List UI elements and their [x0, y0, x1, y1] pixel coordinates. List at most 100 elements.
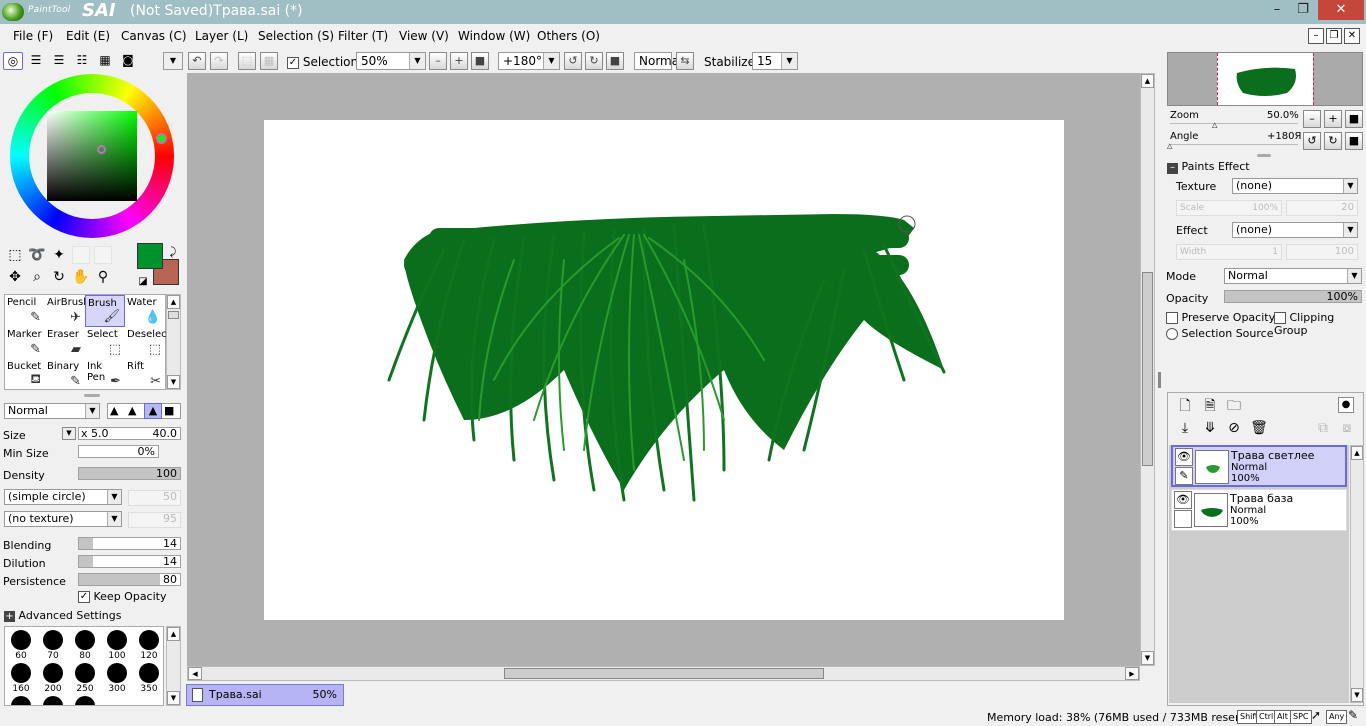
- size-slider[interactable]: x 5.0 40.0: [78, 427, 181, 440]
- right-splitter-grip[interactable]: [1158, 372, 1161, 388]
- selection-checkbox[interactable]: ✓: [287, 56, 299, 69]
- pen-lock-icon[interactable]: [1174, 510, 1192, 528]
- rotate-cw-button[interactable]: ↻: [585, 52, 603, 70]
- user-palette-tab-icon[interactable]: ◙: [118, 52, 138, 70]
- sv-cursor[interactable]: [97, 145, 106, 154]
- scroll-thumb[interactable]: [1142, 272, 1153, 466]
- canvas-horizontal-scrollbar[interactable]: ◀ ▶: [187, 666, 1140, 681]
- tool-water[interactable]: Water 💧: [125, 295, 165, 327]
- menu-layer[interactable]: Layer (L): [195, 29, 248, 43]
- deselect-button[interactable]: ⬚: [238, 52, 256, 70]
- rotate-ccw-button[interactable]: ↺: [564, 52, 582, 70]
- layer-list-scrollbar[interactable]: ▲ ▼: [1350, 445, 1364, 703]
- size-preset[interactable]: 300: [101, 660, 133, 694]
- undo-button[interactable]: ↶: [188, 52, 206, 70]
- scroll-right-icon[interactable]: ▶: [1125, 667, 1139, 680]
- size-preset[interactable]: 350: [133, 660, 163, 694]
- scroll-down-icon[interactable]: ▼: [167, 375, 180, 389]
- size-preset[interactable]: 120: [133, 627, 163, 661]
- keep-opacity-toggle[interactable]: ✓ Keep Opacity: [78, 590, 167, 603]
- menu-file[interactable]: File (F): [13, 29, 53, 43]
- zoom-in-button[interactable]: +: [450, 52, 468, 70]
- color-wheel-tab-icon[interactable]: ◎: [3, 52, 23, 70]
- nav-zoom-slider[interactable]: [1170, 123, 1298, 124]
- edge-medium-icon[interactable]: ▲: [128, 404, 136, 417]
- paint-texture-select[interactable]: (none) ▼: [1232, 178, 1358, 194]
- scroll-down-icon[interactable]: ▼: [1141, 651, 1154, 665]
- scroll-down-icon[interactable]: ▼: [167, 691, 180, 705]
- tool-ink-pen[interactable]: Ink Pen ✒: [85, 359, 125, 391]
- tool-rift[interactable]: Rift ✂: [125, 359, 165, 391]
- blending-slider[interactable]: 14: [78, 537, 181, 550]
- layer-row[interactable]: 👁 Трава база Normal 100%: [1171, 489, 1347, 531]
- tool-grid-scrollbar[interactable]: ▲ ▼: [166, 294, 181, 390]
- zoom-out-button[interactable]: –: [429, 52, 447, 70]
- splitter-grip[interactable]: [84, 394, 100, 397]
- edge-soft-icon[interactable]: ▲: [110, 404, 118, 417]
- eyedropper-icon[interactable]: ⚲: [94, 268, 112, 286]
- slider-marker-icon[interactable]: △: [1212, 121, 1217, 129]
- scroll-up-icon[interactable]: ▲: [1141, 74, 1154, 88]
- new-linework-layer-icon[interactable]: 🗎: [1201, 397, 1219, 415]
- lasso-icon[interactable]: ➰: [28, 246, 46, 264]
- mdi-minimize-button[interactable]: –: [1308, 28, 1324, 44]
- scratchpad-tab-icon[interactable]: ▦: [95, 52, 115, 70]
- advanced-settings-toggle[interactable]: + Advanced Settings: [4, 609, 121, 622]
- add-mask-icon[interactable]: ⧇: [1338, 419, 1356, 437]
- saturation-value-square[interactable]: [47, 111, 137, 201]
- size-preset[interactable]: [5, 693, 37, 705]
- tool-eraser[interactable]: Eraser ▰: [45, 327, 85, 359]
- nav-zoom-out-button[interactable]: –: [1303, 110, 1321, 128]
- tool-select[interactable]: Select ⬚: [85, 327, 125, 359]
- menu-selection[interactable]: Selection (S): [258, 29, 334, 43]
- tool-bucket[interactable]: Bucket ⛾: [5, 359, 45, 391]
- visibility-eye-icon[interactable]: 👁: [1174, 491, 1192, 509]
- navigator-preview[interactable]: [1167, 52, 1363, 106]
- menu-filter[interactable]: Filter (T): [338, 29, 388, 43]
- rotate-icon[interactable]: ↻: [50, 268, 68, 286]
- size-range-button[interactable]: ▼: [62, 427, 76, 440]
- slider-marker-icon[interactable]: △: [1167, 142, 1172, 150]
- zoom-icon[interactable]: ⌕: [28, 268, 46, 286]
- panel-menu-button[interactable]: ▼: [163, 52, 183, 70]
- clear-layer-icon[interactable]: ⊘: [1225, 419, 1243, 437]
- edge-flat-icon[interactable]: ■: [164, 404, 174, 417]
- close-button[interactable]: ✕: [1318, 0, 1364, 20]
- selection-toggle[interactable]: ✓ Selection: [287, 55, 358, 69]
- nav-rotate-ccw-button[interactable]: ↺: [1303, 132, 1321, 150]
- menu-others[interactable]: Others (O): [537, 29, 600, 43]
- zoom-select[interactable]: 50% ▼: [356, 52, 426, 70]
- layer-mode-select[interactable]: Normal ▼: [1224, 268, 1362, 284]
- nav-angle-slider[interactable]: [1170, 144, 1298, 145]
- menu-window[interactable]: Window (W): [458, 29, 530, 43]
- scroll-up-icon[interactable]: ▲: [1351, 446, 1363, 460]
- invert-selection-button[interactable]: ▦: [260, 52, 278, 70]
- nav-zoom-in-button[interactable]: +: [1324, 110, 1342, 128]
- size-preset[interactable]: 250: [69, 660, 101, 694]
- blend-mode-select[interactable]: Normal: [634, 52, 682, 70]
- menu-view[interactable]: View (V): [399, 29, 449, 43]
- size-preset[interactable]: 160: [5, 660, 37, 694]
- new-layer-icon[interactable]: 🗋: [1176, 397, 1194, 415]
- hand-icon[interactable]: ✋: [72, 268, 90, 286]
- nav-rotate-reset-button[interactable]: ■: [1345, 132, 1363, 150]
- tool-brush[interactable]: Brush 🖌: [85, 295, 125, 327]
- mdi-close-button[interactable]: ✕: [1344, 28, 1360, 44]
- stabilizer-select[interactable]: 15 ▼: [752, 52, 798, 70]
- swap-colors-icon[interactable]: ⤸: [164, 243, 182, 261]
- merge-down-icon[interactable]: ⤋: [1201, 419, 1219, 437]
- clipping-group-checkbox[interactable]: [1274, 312, 1286, 324]
- rgb-sliders-tab-icon[interactable]: ☰: [26, 52, 46, 70]
- magic-wand-icon[interactable]: ✦: [50, 246, 68, 264]
- splitter-grip[interactable]: [1257, 154, 1271, 157]
- brush-texture-select[interactable]: (no texture) ▼: [4, 511, 122, 527]
- size-preset[interactable]: [69, 693, 101, 705]
- dilution-slider[interactable]: 14: [78, 555, 181, 568]
- pen-lock-icon[interactable]: ✎: [1175, 467, 1193, 485]
- nav-rotate-cw-button[interactable]: ↻: [1324, 132, 1342, 150]
- size-preset[interactable]: 60: [5, 627, 37, 661]
- rotate-reset-button[interactable]: ■: [606, 52, 624, 70]
- tool-airbrush[interactable]: AirBrush ✈: [45, 295, 90, 327]
- layer-row-active[interactable]: 👁 ✎ Трава светлее Normal 100%: [1171, 445, 1347, 487]
- keep-opacity-checkbox[interactable]: ✓: [78, 591, 90, 603]
